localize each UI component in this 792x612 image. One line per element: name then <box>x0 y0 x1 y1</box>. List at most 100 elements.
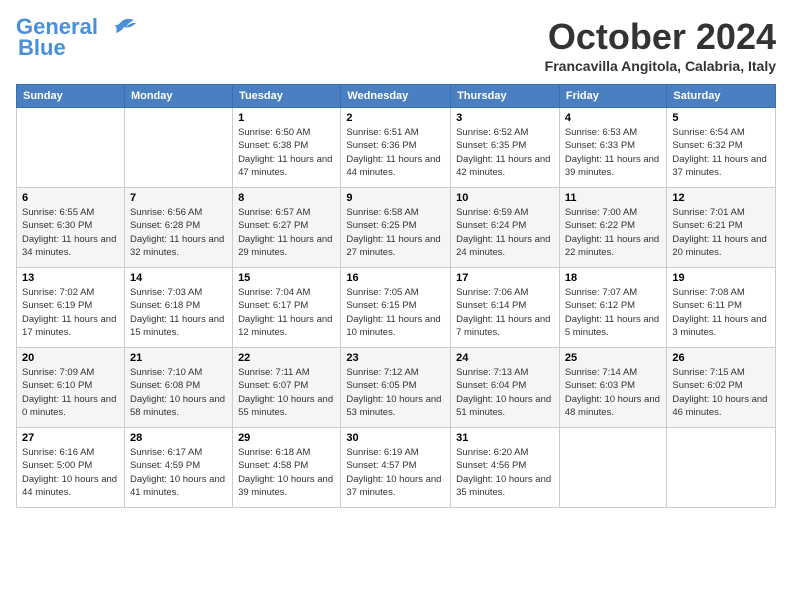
day-number: 31 <box>456 432 554 444</box>
day-number: 15 <box>238 272 335 284</box>
day-number: 7 <box>130 192 227 204</box>
day-number: 2 <box>346 112 445 124</box>
day-cell: 18Sunrise: 7:07 AM Sunset: 6:12 PM Dayli… <box>559 268 667 348</box>
day-cell: 23Sunrise: 7:12 AM Sunset: 6:05 PM Dayli… <box>341 348 451 428</box>
day-cell: 27 Sunrise: 6:16 AM Sunset: 5:00 PM Dayli… <box>17 428 125 508</box>
day-cell <box>667 428 776 508</box>
day-cell: 4Sunrise: 6:53 AM Sunset: 6:33 PM Daylig… <box>559 108 667 188</box>
day-cell: 28 Sunrise: 6:17 AM Sunset: 4:59 PM Dayli… <box>124 428 232 508</box>
day-info: Sunrise: 7:06 AM Sunset: 6:14 PM Dayligh… <box>456 286 554 339</box>
month-title: October 2024 <box>545 16 776 58</box>
day-cell: 8 Sunrise: 6:57 AM Sunset: 6:27 PM Daylig… <box>233 188 341 268</box>
day-info: Sunrise: 6:18 AM Sunset: 4:58 PM Dayligh… <box>238 446 335 499</box>
day-number: 13 <box>22 272 119 284</box>
day-cell: 11 Sunrise: 7:00 AM Sunset: 6:22 PM Dayli… <box>559 188 667 268</box>
week-row-1: 1Sunrise: 6:50 AM Sunset: 6:38 PM Daylig… <box>17 108 776 188</box>
day-info: Sunrise: 6:17 AM Sunset: 4:59 PM Dayligh… <box>130 446 227 499</box>
day-info: Sunrise: 6:59 AM Sunset: 6:24 PM Dayligh… <box>456 206 554 259</box>
day-cell: 25Sunrise: 7:14 AM Sunset: 6:03 PM Dayli… <box>559 348 667 428</box>
day-cell: 1Sunrise: 6:50 AM Sunset: 6:38 PM Daylig… <box>233 108 341 188</box>
week-row-4: 20Sunrise: 7:09 AM Sunset: 6:10 PM Dayli… <box>17 348 776 428</box>
column-header-sunday: Sunday <box>17 85 125 108</box>
day-cell: 17 Sunrise: 7:06 AM Sunset: 6:14 PM Dayli… <box>451 268 560 348</box>
day-number: 19 <box>672 272 770 284</box>
day-number: 1 <box>238 112 335 124</box>
calendar-table: SundayMondayTuesdayWednesdayThursdayFrid… <box>16 84 776 508</box>
day-info: Sunrise: 7:08 AM Sunset: 6:11 PM Dayligh… <box>672 286 770 339</box>
column-header-monday: Monday <box>124 85 232 108</box>
column-header-friday: Friday <box>559 85 667 108</box>
logo: General Blue <box>16 16 136 61</box>
day-info: Sunrise: 6:20 AM Sunset: 4:56 PM Dayligh… <box>456 446 554 499</box>
day-info: Sunrise: 7:11 AM Sunset: 6:07 PM Dayligh… <box>238 366 335 419</box>
day-number: 26 <box>672 352 770 364</box>
day-cell: 29 Sunrise: 6:18 AM Sunset: 4:58 PM Dayli… <box>233 428 341 508</box>
day-number: 23 <box>346 352 445 364</box>
day-info: Sunrise: 7:01 AM Sunset: 6:21 PM Dayligh… <box>672 206 770 259</box>
page-header: General Blue October 2024 Francavilla An… <box>16 16 776 74</box>
day-cell: 13Sunrise: 7:02 AM Sunset: 6:19 PM Dayli… <box>17 268 125 348</box>
day-number: 4 <box>565 112 662 124</box>
day-cell: 10 Sunrise: 6:59 AM Sunset: 6:24 PM Dayli… <box>451 188 560 268</box>
day-cell: 26 Sunrise: 7:15 AM Sunset: 6:02 PM Dayli… <box>667 348 776 428</box>
day-number: 17 <box>456 272 554 284</box>
day-number: 30 <box>346 432 445 444</box>
day-number: 29 <box>238 432 335 444</box>
day-cell: 19 Sunrise: 7:08 AM Sunset: 6:11 PM Dayli… <box>667 268 776 348</box>
day-cell <box>17 108 125 188</box>
day-number: 12 <box>672 192 770 204</box>
column-header-wednesday: Wednesday <box>341 85 451 108</box>
day-cell: 12 Sunrise: 7:01 AM Sunset: 6:21 PM Dayli… <box>667 188 776 268</box>
day-number: 14 <box>130 272 227 284</box>
column-header-saturday: Saturday <box>667 85 776 108</box>
day-number: 3 <box>456 112 554 124</box>
day-number: 22 <box>238 352 335 364</box>
day-number: 24 <box>456 352 554 364</box>
calendar-header-row: SundayMondayTuesdayWednesdayThursdayFrid… <box>17 85 776 108</box>
day-cell <box>559 428 667 508</box>
day-info: Sunrise: 6:55 AM Sunset: 6:30 PM Dayligh… <box>22 206 119 259</box>
day-number: 5 <box>672 112 770 124</box>
day-info: Sunrise: 6:57 AM Sunset: 6:27 PM Dayligh… <box>238 206 335 259</box>
week-row-3: 13Sunrise: 7:02 AM Sunset: 6:19 PM Dayli… <box>17 268 776 348</box>
day-cell: 24 Sunrise: 7:13 AM Sunset: 6:04 PM Dayli… <box>451 348 560 428</box>
day-number: 28 <box>130 432 227 444</box>
day-number: 8 <box>238 192 335 204</box>
title-section: October 2024 Francavilla Angitola, Calab… <box>545 16 776 74</box>
day-cell: 21Sunrise: 7:10 AM Sunset: 6:08 PM Dayli… <box>124 348 232 428</box>
day-info: Sunrise: 6:16 AM Sunset: 5:00 PM Dayligh… <box>22 446 119 499</box>
day-cell: 5 Sunrise: 6:54 AM Sunset: 6:32 PM Daylig… <box>667 108 776 188</box>
location-title: Francavilla Angitola, Calabria, Italy <box>545 58 776 74</box>
day-number: 21 <box>130 352 227 364</box>
column-header-thursday: Thursday <box>451 85 560 108</box>
day-info: Sunrise: 6:52 AM Sunset: 6:35 PM Dayligh… <box>456 126 554 179</box>
day-info: Sunrise: 6:54 AM Sunset: 6:32 PM Dayligh… <box>672 126 770 179</box>
day-cell: 30 Sunrise: 6:19 AM Sunset: 4:57 PM Dayli… <box>341 428 451 508</box>
day-number: 25 <box>565 352 662 364</box>
day-number: 9 <box>346 192 445 204</box>
day-cell: 9Sunrise: 6:58 AM Sunset: 6:25 PM Daylig… <box>341 188 451 268</box>
day-cell: 22 Sunrise: 7:11 AM Sunset: 6:07 PM Dayli… <box>233 348 341 428</box>
day-number: 18 <box>565 272 662 284</box>
day-info: Sunrise: 7:15 AM Sunset: 6:02 PM Dayligh… <box>672 366 770 419</box>
day-info: Sunrise: 6:51 AM Sunset: 6:36 PM Dayligh… <box>346 126 445 179</box>
day-info: Sunrise: 7:05 AM Sunset: 6:15 PM Dayligh… <box>346 286 445 339</box>
logo-bird-icon <box>106 17 136 39</box>
day-number: 11 <box>565 192 662 204</box>
day-cell: 20Sunrise: 7:09 AM Sunset: 6:10 PM Dayli… <box>17 348 125 428</box>
week-row-5: 27 Sunrise: 6:16 AM Sunset: 5:00 PM Dayli… <box>17 428 776 508</box>
day-number: 10 <box>456 192 554 204</box>
column-header-tuesday: Tuesday <box>233 85 341 108</box>
day-number: 16 <box>346 272 445 284</box>
day-info: Sunrise: 7:13 AM Sunset: 6:04 PM Dayligh… <box>456 366 554 419</box>
day-info: Sunrise: 6:56 AM Sunset: 6:28 PM Dayligh… <box>130 206 227 259</box>
day-cell: 3 Sunrise: 6:52 AM Sunset: 6:35 PM Daylig… <box>451 108 560 188</box>
day-info: Sunrise: 6:19 AM Sunset: 4:57 PM Dayligh… <box>346 446 445 499</box>
day-number: 20 <box>22 352 119 364</box>
day-cell: 15 Sunrise: 7:04 AM Sunset: 6:17 PM Dayli… <box>233 268 341 348</box>
day-info: Sunrise: 7:03 AM Sunset: 6:18 PM Dayligh… <box>130 286 227 339</box>
day-info: Sunrise: 7:00 AM Sunset: 6:22 PM Dayligh… <box>565 206 662 259</box>
day-number: 27 <box>22 432 119 444</box>
day-info: Sunrise: 7:04 AM Sunset: 6:17 PM Dayligh… <box>238 286 335 339</box>
day-cell: 16 Sunrise: 7:05 AM Sunset: 6:15 PM Dayli… <box>341 268 451 348</box>
